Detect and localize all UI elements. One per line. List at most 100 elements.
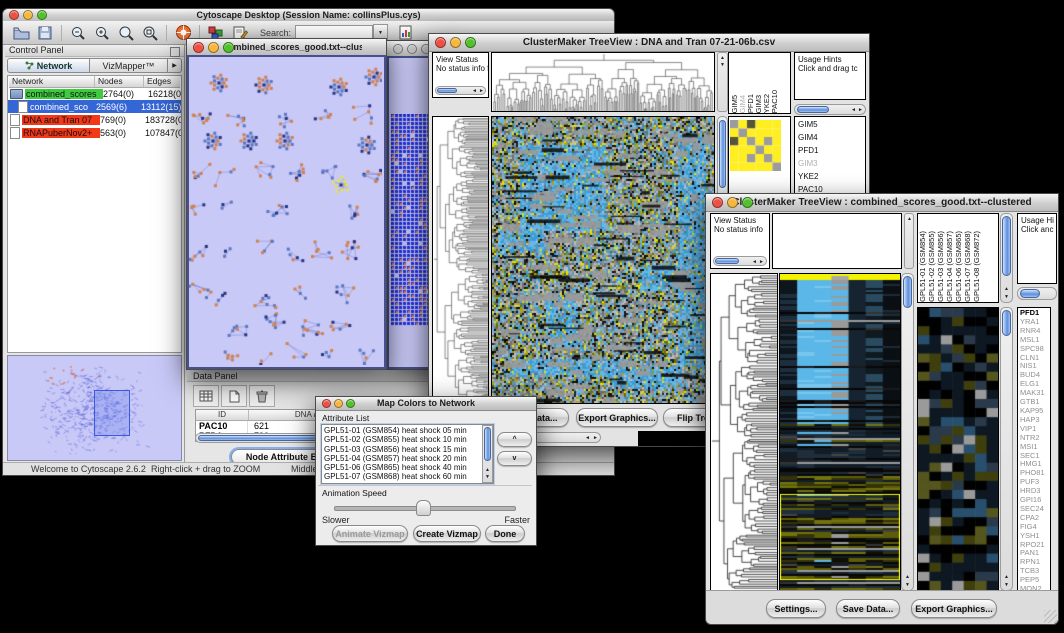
minimize-button[interactable] [450,37,461,48]
minimize-button[interactable] [334,399,343,408]
tv2-save-data-button[interactable]: Save Data... [836,599,900,618]
tv2-row-dendrogram[interactable] [710,273,778,591]
tv2-zoom-heatmap-canvas[interactable] [918,308,998,590]
overview-viewport-rect[interactable] [94,390,130,436]
close-button[interactable] [393,44,403,54]
scroll-thumb[interactable] [1020,289,1040,298]
open-session-button[interactable] [9,23,33,43]
scroll-left-icon[interactable]: ◄ [585,434,590,442]
network-list-row[interactable]: combined_scores2764(0)16218(0) [8,87,181,100]
tv1-export-graphics-button[interactable]: Export Graphics... [576,408,658,427]
scroll-down-icon[interactable]: ▼ [1004,581,1009,589]
treeview1-titlebar[interactable]: ClusterMaker TreeView : DNA and Tran 07-… [429,34,869,52]
tv1-row-dendrogram-canvas[interactable] [433,117,488,403]
network-titlebar[interactable]: combined_scores_good.txt--cluste... [187,39,386,56]
minimize-button[interactable] [23,10,33,20]
move-up-button[interactable]: ^ [497,432,532,447]
tv1-column-dendrogram[interactable] [491,52,715,112]
table-mode-button[interactable] [193,385,219,407]
attribute-item[interactable]: GPL51-07 (GSM868) heat shock 60 min [324,472,493,481]
attribute-list-vscrollbar[interactable]: ▲ ▼ [482,425,493,483]
attr-col-id[interactable]: ID [196,410,249,420]
tv2-zoom-vscrollbar[interactable]: ▲ ▼ [1000,307,1013,591]
zoom-button[interactable] [742,197,753,208]
new-attribute-button[interactable] [221,385,247,407]
zoom-button[interactable] [346,399,355,408]
float-panel-icon[interactable] [170,47,180,57]
scroll-right-icon[interactable]: ► [858,106,863,114]
network-view[interactable] [187,55,386,369]
tv2-column-dendrogram[interactable] [772,213,902,269]
tab-vizmapper[interactable]: VizMapper™ [90,58,168,73]
close-button[interactable] [193,42,204,53]
network-list-row[interactable]: RNAPuberNov2+563(0)107847(0) [8,126,181,139]
network-graph-canvas[interactable] [189,57,382,365]
tab-network[interactable]: Network [7,58,90,73]
attribute-item[interactable]: GPL51-04 (GSM857) heat shock 20 min [324,454,493,463]
zoom-selected-button[interactable] [114,23,138,43]
network-list-row[interactable]: DNA and Tran 07769(0)183728(0) [8,113,181,126]
tv1-column-dendrogram-canvas[interactable] [492,53,714,111]
attribute-item[interactable]: GPL51-01 (GSM854) heat shock 05 min [324,426,493,435]
minimize-button[interactable] [208,42,219,53]
tv1-mini-heatmap-canvas[interactable] [730,120,781,171]
scroll-thumb[interactable] [1002,216,1011,276]
scroll-left-icon[interactable]: ◄ [472,87,477,95]
tv1-top-vscrollbar[interactable]: ▲ ▼ [717,52,728,112]
tv2-row-dendrogram-canvas[interactable] [711,274,777,590]
animate-vizmap-button[interactable]: Animate Vizmap [332,525,408,542]
tv2-hints-hscrollbar[interactable] [1017,287,1057,300]
attribute-item[interactable]: GPL51-06 (GSM865) heat shock 40 min [324,463,493,472]
scroll-thumb[interactable] [903,276,912,308]
speed-slider-thumb[interactable] [416,500,431,516]
create-vizmap-button[interactable]: Create Vizmap [413,525,481,542]
scroll-thumb[interactable] [437,88,457,93]
minimize-button[interactable] [407,44,417,54]
col-nodes[interactable]: Nodes [95,76,144,87]
scroll-down-icon[interactable]: ▼ [905,581,910,589]
tv2-export-graphics-button[interactable]: Export Graphics... [911,599,997,618]
scroll-up-icon[interactable]: ▲ [1004,573,1009,581]
tv2-heatmap-vscrollbar[interactable]: ▲ ▼ [901,273,914,591]
tv2-zoom-heatmap[interactable] [917,307,999,591]
scroll-thumb[interactable] [797,106,829,113]
scroll-up-icon[interactable]: ▲ [1004,285,1009,293]
zoom-fit-button[interactable] [138,23,162,43]
scroll-thumb[interactable] [484,427,491,461]
done-button[interactable]: Done [485,525,525,542]
tv1-status-hscrollbar[interactable]: ◄ ► [435,86,486,95]
network-list-row[interactable]: combined_sco2569(6)13112(15) [8,100,181,113]
tv2-heatmap-canvas[interactable] [780,274,900,590]
scroll-down-icon[interactable]: ▼ [485,473,490,481]
close-button[interactable] [435,37,446,48]
zoom-in-button[interactable] [90,23,114,43]
treeview2-titlebar[interactable]: ClusterMaker TreeView : combined_scores_… [706,194,1058,212]
scroll-thumb[interactable] [719,120,726,188]
close-button[interactable] [712,197,723,208]
col-network[interactable]: Network [9,76,95,87]
close-button[interactable] [9,10,19,20]
tv2-heatmap[interactable] [779,273,901,591]
tv1-row-dendrogram[interactable] [432,116,489,404]
scroll-left-icon[interactable]: ◄ [752,258,757,266]
minimize-button[interactable] [727,197,738,208]
zoom-out-button[interactable] [66,23,90,43]
zoom-button[interactable] [37,10,47,20]
zoom-button[interactable] [465,37,476,48]
tv2-labels-vscrollbar[interactable]: ▲ ▼ [1000,213,1013,303]
scroll-up-icon[interactable]: ▲ [907,215,912,223]
scroll-thumb[interactable] [715,258,739,264]
scroll-up-icon[interactable]: ▲ [905,573,910,581]
scroll-down-icon[interactable]: ▼ [1004,293,1009,301]
tv1-heatmap[interactable] [491,116,715,404]
scroll-down-icon[interactable]: ▼ [720,61,725,69]
tv1-heatmap-canvas[interactable] [492,117,714,403]
tv2-status-hscrollbar[interactable]: ◄ ► [713,256,767,266]
tab-overflow-button[interactable]: ▶ [168,58,182,73]
attribute-list[interactable]: GPL51-01 (GSM854) heat shock 05 min GPL51… [321,424,494,484]
network-overview-panel[interactable] [7,355,182,461]
scroll-right-icon[interactable]: ► [593,434,598,442]
save-session-button[interactable] [33,23,57,43]
scroll-thumb[interactable] [1002,310,1011,336]
scroll-right-icon[interactable]: ► [479,87,484,95]
